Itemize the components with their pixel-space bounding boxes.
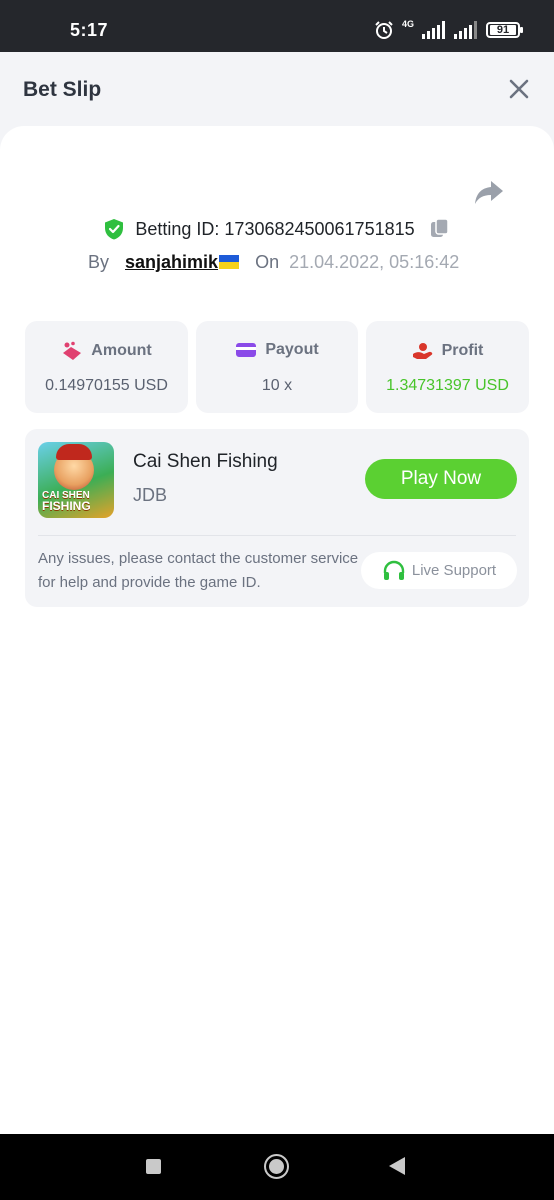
close-icon[interactable] <box>508 78 530 100</box>
payout-card: Payout 10 x <box>196 321 358 413</box>
bet-date: 21.04.2022, 05:16:42 <box>289 252 460 272</box>
signal-icon <box>454 21 477 39</box>
bet-meta-row: By sanjahimik On 21.04.2022, 05:16:42 <box>88 252 459 273</box>
game-provider: JDB <box>133 485 168 505</box>
battery-icon: 91 <box>486 22 523 38</box>
share-icon[interactable] <box>474 178 504 206</box>
game-card: CAI SHEN FISHING Cai Shen Fishing JDB Pl… <box>25 429 529 607</box>
alarm-icon <box>375 21 393 39</box>
profit-card: Profit 1.34731397 USD <box>366 321 529 413</box>
support-hint-text: Any issues, please contact the customer … <box>38 550 359 591</box>
username-text: sanjahimik <box>125 252 219 272</box>
live-support-label: Live Support <box>411 562 497 579</box>
verified-shield-icon <box>105 219 124 240</box>
live-support-button[interactable]: Live Support <box>361 552 517 589</box>
profit-title: Profit <box>441 342 484 359</box>
play-now-button[interactable]: Play Now <box>365 459 517 499</box>
on-label: On <box>255 252 280 272</box>
back-button[interactable] <box>389 1157 405 1175</box>
amount-value: 0.14970155 USD <box>45 377 168 394</box>
amount-icon <box>63 341 82 360</box>
game-name: Cai Shen Fishing <box>133 451 278 472</box>
status-bar: 5:17 4G 91 <box>0 0 554 52</box>
by-label: By <box>88 252 110 272</box>
username-link[interactable]: sanjahimik <box>125 252 240 273</box>
headset-icon <box>383 560 405 580</box>
network-label: 4G <box>401 19 414 29</box>
thumb-line-2: FISHING <box>42 499 91 513</box>
amount-card: Amount 0.14970155 USD <box>25 321 188 413</box>
status-time: 5:17 <box>70 20 109 40</box>
divider <box>38 535 516 536</box>
copy-icon[interactable] <box>429 218 451 240</box>
betting-id: Betting ID: 1730682450061751815 <box>135 218 415 239</box>
page-title: Bet Slip <box>23 78 102 101</box>
payout-value: 10 x <box>261 377 293 394</box>
wallet-icon <box>236 343 257 357</box>
profit-icon <box>412 343 432 359</box>
payout-title: Payout <box>265 341 319 358</box>
bet-slip-sheet <box>0 126 554 1134</box>
thumb-title: CAI SHEN FISHING <box>42 490 102 512</box>
system-nav-bar <box>0 1134 554 1200</box>
thumb-hat <box>56 444 92 460</box>
amount-title: Amount <box>91 342 152 359</box>
bet-slip-header: Bet Slip <box>0 52 554 128</box>
recents-button[interactable] <box>146 1159 161 1174</box>
game-thumbnail[interactable]: CAI SHEN FISHING <box>38 442 114 518</box>
ukraine-flag-icon <box>219 255 240 269</box>
signal-icon <box>422 21 445 39</box>
profit-value: 1.34731397 USD <box>386 377 509 394</box>
betting-id-row: Betting ID: 1730682450061751815 <box>0 218 554 240</box>
status-icons: 4G 91 <box>374 19 523 40</box>
battery-level: 91 <box>490 25 516 36</box>
home-button[interactable] <box>264 1154 289 1179</box>
